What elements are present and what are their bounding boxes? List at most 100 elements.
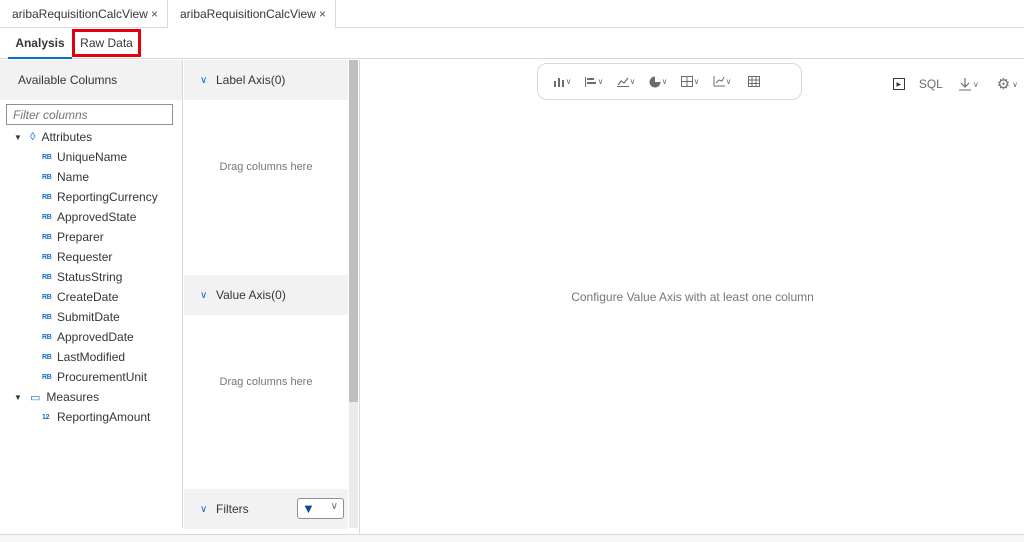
column-name: SubmitDate (57, 310, 120, 324)
attributes-node[interactable]: ▼ ◊ Attributes (0, 128, 92, 146)
pie-chart-button[interactable]: ∨ (642, 70, 674, 94)
chart-area: ∨ ∨ ∨ ∨ ∨ ∨ ▶ SQL ∨ ⚙ ∨ Configure Value … (359, 60, 1024, 534)
measures-label: Measures (46, 390, 100, 404)
view-tab-bar: Analysis Raw Data (0, 28, 1024, 59)
value-axis-drop-zone[interactable]: Drag columns here (184, 376, 348, 388)
column-item[interactable]: RB ProcurementUnit (42, 368, 147, 386)
caret-down-icon[interactable]: ▼ (14, 393, 24, 402)
column-item[interactable]: RB LastModified (42, 348, 125, 366)
play-icon: ▶ (892, 78, 905, 90)
download-button[interactable]: ∨ (958, 77, 979, 91)
column-item[interactable]: RB SubmitDate (42, 308, 120, 326)
editor-tab-2[interactable]: aribaRequisitionCalcView × (168, 0, 336, 29)
text-type-icon: RB (42, 173, 52, 181)
scrollbar-thumb[interactable] (349, 60, 358, 402)
attribute-group-icon: ◊ (30, 131, 36, 143)
bottom-status-bar (0, 534, 1024, 542)
add-filter-button[interactable]: ▼ ∨ (297, 498, 344, 519)
bar-chart-button[interactable]: ∨ (578, 70, 610, 94)
column-name: Requester (57, 250, 113, 264)
column-item[interactable]: RB CreateDate (42, 288, 118, 306)
pie-chart-icon (649, 76, 661, 87)
chart-right-toolbar: ▶ SQL ∨ ⚙ ∨ (881, 75, 1018, 93)
text-type-icon: RB (42, 153, 52, 161)
column-name: LastModified (57, 350, 126, 364)
empty-chart-message: Configure Value Axis with at least one c… (571, 290, 814, 304)
column-name: UniqueName (57, 150, 128, 164)
editor-tab-label: aribaRequisitionCalcView (12, 7, 148, 21)
column-name: ReportingCurrency (57, 190, 158, 204)
heatmap-icon (680, 76, 693, 87)
chevron-down-icon: ∨ (330, 501, 338, 512)
heatmap-chart-button[interactable]: ∨ (674, 70, 706, 94)
column-item[interactable]: 12 ReportingAmount (42, 408, 150, 426)
column-item[interactable]: RB ApprovedState (42, 208, 136, 226)
table-view-button[interactable] (738, 70, 770, 94)
settings-button[interactable]: ⚙ ∨ (997, 75, 1018, 93)
text-type-icon: RB (42, 373, 52, 381)
caret-down-icon[interactable]: ▼ (14, 133, 24, 142)
tab-raw-data[interactable]: Raw Data (72, 29, 141, 57)
column-name: Name (57, 170, 90, 184)
text-type-icon: RB (42, 353, 52, 361)
column-item[interactable]: RB Name (42, 168, 89, 186)
download-icon (958, 77, 971, 90)
column-name: ProcurementUnit (57, 370, 148, 384)
available-columns-title: Available Columns (0, 60, 182, 100)
chevron-down-icon[interactable]: ∨ (200, 290, 214, 301)
label-axis-header[interactable]: ∨ Label Axis(0) (184, 60, 348, 100)
chart-type-toolbar: ∨ ∨ ∨ ∨ ∨ ∨ (537, 63, 802, 100)
column-item[interactable]: RB Preparer (42, 228, 104, 246)
column-name: Preparer (57, 230, 104, 244)
filter-columns-input[interactable] (6, 104, 173, 125)
measure-group-icon: ▭ (30, 391, 41, 404)
column-name: ReportingAmount (57, 410, 151, 424)
chevron-down-icon[interactable]: ∨ (200, 504, 214, 515)
available-columns-panel: Available Columns ▼ ◊ Attributes RB Uniqu… (0, 60, 183, 528)
label-axis-drop-zone[interactable]: Drag columns here (184, 161, 348, 173)
close-icon[interactable]: × (151, 8, 158, 20)
filter-icon: ▼ (302, 501, 315, 516)
column-chart-icon (553, 78, 564, 87)
column-name: ApprovedDate (57, 330, 134, 344)
scatter-chart-button[interactable]: ∨ (706, 70, 738, 94)
text-type-icon: RB (42, 193, 52, 201)
line-chart-button[interactable]: ∨ (610, 70, 642, 94)
text-type-icon: RB (42, 293, 52, 301)
axis-panel: ∨ Label Axis(0) Drag columns here ∨ Valu… (184, 60, 348, 529)
column-name: CreateDate (57, 290, 119, 304)
column-chart-button[interactable]: ∨ (546, 70, 578, 94)
numeric-type-icon: 12 (42, 413, 50, 421)
value-axis-header[interactable]: ∨ Value Axis(0) (184, 275, 348, 315)
column-item[interactable]: RB Requester (42, 248, 112, 266)
column-name: ApprovedState (57, 210, 137, 224)
editor-tab-label: aribaRequisitionCalcView (180, 6, 316, 21)
chevron-down-icon[interactable]: ∨ (200, 75, 214, 86)
column-item[interactable]: RB UniqueName (42, 148, 127, 166)
measures-node[interactable]: ▼ ▭ Measures (0, 388, 99, 406)
filters-header[interactable]: ∨ Filters ▼ ∨ (184, 489, 348, 529)
editor-tab-bar: aribaRequisitionCalcView × aribaRequisit… (0, 0, 1024, 29)
text-type-icon: RB (42, 233, 52, 241)
text-type-icon: RB (42, 213, 52, 221)
axis-panel-scrollbar[interactable] (349, 60, 358, 528)
label-axis-title: Label Axis(0) (216, 73, 286, 87)
column-item[interactable]: RB ReportingCurrency (42, 188, 158, 206)
table-icon (748, 76, 760, 87)
text-type-icon: RB (42, 273, 52, 281)
sql-button[interactable]: SQL (919, 77, 943, 91)
value-axis-title: Value Axis(0) (216, 288, 286, 302)
tab-analysis[interactable]: Analysis (8, 28, 72, 59)
text-type-icon: RB (42, 253, 52, 261)
run-button[interactable]: ▶ (892, 78, 905, 90)
column-item[interactable]: RB ApprovedDate (42, 328, 134, 346)
scatter-chart-icon (713, 76, 725, 87)
close-icon[interactable]: × (319, 8, 326, 20)
gear-icon: ⚙ (996, 76, 1011, 93)
attributes-label: Attributes (41, 130, 93, 144)
column-item[interactable]: RB StatusString (42, 268, 122, 286)
filters-title: Filters (216, 502, 249, 516)
bar-chart-icon (584, 77, 596, 87)
text-type-icon: RB (42, 313, 52, 321)
editor-tab-1[interactable]: aribaRequisitionCalcView × (0, 0, 168, 28)
